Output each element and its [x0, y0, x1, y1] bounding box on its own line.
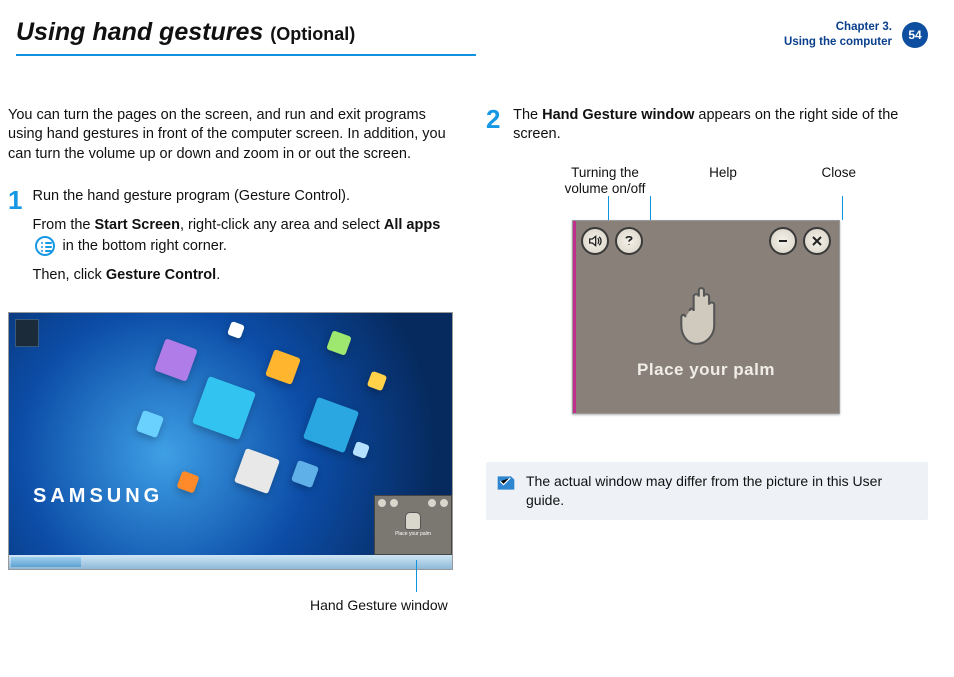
chapter-line2: Using the computer — [784, 35, 892, 50]
mini-help-icon — [389, 498, 399, 508]
palm-icon — [675, 276, 737, 355]
title-wrap: Using hand gestures (Optional) — [8, 18, 784, 47]
gesture-window-buttons — [573, 221, 839, 261]
mini-minimize-icon — [427, 498, 437, 508]
mini-hand-icon — [405, 512, 421, 530]
title-main: Using hand gestures — [16, 18, 263, 46]
left-column: You can turn the pages on the screen, an… — [8, 106, 450, 570]
samsung-logo: SAMSUNG — [33, 483, 163, 510]
gesture-window: Place your palm — [572, 220, 840, 414]
callout-labels-row: Turning the volume on/off Help Close — [560, 165, 850, 196]
step-number-2: 2 — [486, 106, 503, 155]
title-optional: (Optional) — [270, 24, 355, 44]
chapter-text: Chapter 3. Using the computer — [784, 20, 892, 50]
recycle-bin-icon — [15, 319, 39, 347]
callout-screenshot-label: Hand Gesture window — [310, 597, 448, 613]
mini-close-icon — [439, 498, 449, 508]
help-button[interactable] — [615, 227, 643, 255]
desktop-screenshot: SAMSUNG Place your palm — [8, 312, 453, 570]
mini-volume-icon — [377, 498, 387, 508]
step1-line2: From the Start Screen, right-click any a… — [32, 216, 450, 256]
minimize-icon — [775, 233, 791, 249]
step-number-1: 1 — [8, 187, 22, 296]
speaker-icon — [587, 233, 603, 249]
mini-place-text: Place your palm — [375, 531, 451, 538]
step-2-body: The Hand Gesture window appears on the r… — [513, 106, 928, 155]
step-2: 2 The Hand Gesture window appears on the… — [486, 106, 928, 155]
mini-gesture-window: Place your palm — [374, 495, 452, 555]
callout-lines — [556, 196, 856, 220]
note-text: The actual window may differ from the pi… — [526, 473, 882, 508]
minimize-button[interactable] — [769, 227, 797, 255]
note-box: The actual window may differ from the pi… — [486, 462, 928, 520]
step2-line1: The Hand Gesture window appears on the r… — [513, 106, 928, 145]
label-volume: Turning the volume on/off — [560, 165, 650, 196]
page-title: Using hand gestures (Optional) — [16, 18, 355, 46]
label-close: Close — [796, 165, 856, 196]
note-icon — [496, 474, 516, 497]
close-button[interactable] — [803, 227, 831, 255]
intro-paragraph: You can turn the pages on the screen, an… — [8, 106, 450, 165]
page-number-badge: 54 — [902, 22, 928, 48]
step-1: 1 Run the hand gesture program (Gesture … — [8, 187, 450, 296]
chapter-line1: Chapter 3. — [784, 20, 892, 35]
taskbar — [9, 555, 452, 569]
label-help: Help — [698, 165, 748, 196]
chapter-block: Chapter 3. Using the computer 54 — [784, 18, 928, 50]
all-apps-icon — [35, 236, 55, 256]
page-header: Using hand gestures (Optional) Chapter 3… — [8, 18, 928, 50]
right-column: 2 The Hand Gesture window appears on the… — [486, 106, 928, 570]
volume-toggle-button[interactable] — [581, 227, 609, 255]
header-rule — [16, 54, 476, 56]
place-palm-text: Place your palm — [573, 359, 839, 382]
palm-area: Place your palm — [573, 276, 839, 382]
close-icon — [809, 233, 825, 249]
step1-line3: Then, click Gesture Control. — [32, 266, 450, 286]
step1-line1: Run the hand gesture program (Gesture Co… — [32, 187, 450, 207]
question-icon — [621, 233, 637, 249]
step-1-body: Run the hand gesture program (Gesture Co… — [32, 187, 450, 296]
callout-line-screenshot — [416, 560, 417, 592]
